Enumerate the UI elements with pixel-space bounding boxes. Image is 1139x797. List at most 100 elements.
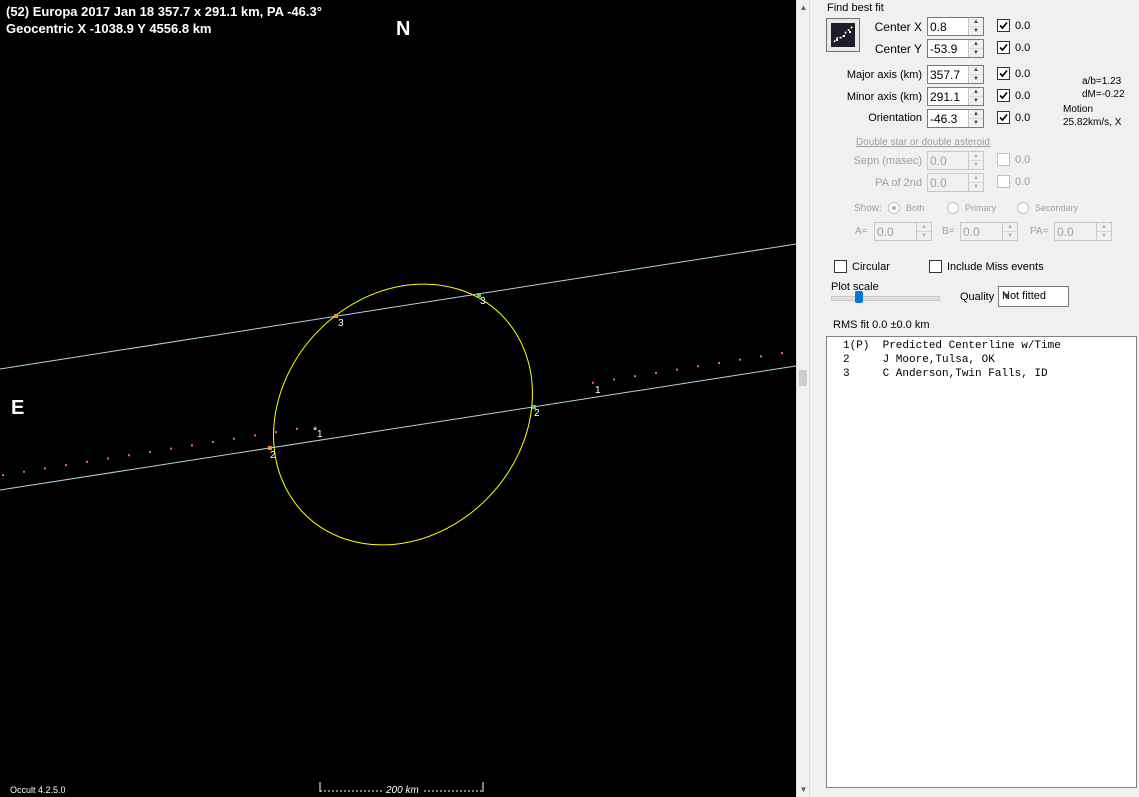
- list-item[interactable]: 1(P) Predicted Centerline w/Time: [843, 339, 1136, 353]
- center-y-down-icon[interactable]: ▼: [969, 49, 983, 57]
- pa-value: 0.0: [1057, 225, 1074, 239]
- b-up-icon[interactable]: ▲: [1003, 223, 1017, 232]
- list-item[interactable]: 3 C Anderson,Twin Falls, ID: [843, 367, 1136, 381]
- scroll-down-icon[interactable]: ▼: [799, 785, 808, 794]
- path-dot: [65, 464, 67, 467]
- show-label: Show:: [854, 203, 882, 214]
- a-input[interactable]: 0.0 ▲ ▼: [874, 222, 932, 241]
- scroll-up-icon[interactable]: ▲: [799, 3, 808, 12]
- quality-dropdown[interactable]: Not fitted ▼: [998, 286, 1069, 307]
- sepn-down-icon[interactable]: ▼: [969, 161, 983, 169]
- sepn-checkbox[interactable]: [997, 153, 1010, 166]
- list-item[interactable]: 2 J Moore,Tulsa, OK: [843, 353, 1136, 367]
- major-axis-checkbox[interactable]: [997, 67, 1010, 80]
- plot-scale-slider-thumb[interactable]: [854, 291, 863, 303]
- double-star-link[interactable]: Double star or double asteroid: [856, 137, 990, 148]
- orientation-down-icon[interactable]: ▼: [969, 119, 983, 127]
- major-axis-value: 357.7: [930, 68, 961, 82]
- quality-label: Quality: [960, 291, 995, 303]
- a-up-icon[interactable]: ▲: [917, 223, 931, 232]
- show-both-radio[interactable]: [888, 202, 900, 214]
- show-primary-radio[interactable]: [947, 202, 959, 214]
- minor-axis-value: 291.1: [930, 90, 961, 104]
- orientation-value: -46.3: [930, 112, 958, 126]
- minor-axis-up-icon[interactable]: ▲: [969, 88, 983, 97]
- path-dot: [44, 467, 46, 470]
- path-dot: [2, 474, 4, 477]
- plot-vertical-scrollbar[interactable]: ▲ ▼: [796, 0, 810, 797]
- rms-fit-label: RMS fit 0.0 ±0.0 km: [833, 319, 930, 331]
- find-best-fit-label: Find best fit: [827, 2, 884, 14]
- path-dot: [718, 361, 720, 364]
- chord-label-2b: 2: [534, 408, 540, 419]
- a-down-icon[interactable]: ▼: [917, 232, 931, 240]
- pa2nd-up-icon[interactable]: ▲: [969, 174, 983, 183]
- path-dot: [655, 371, 657, 374]
- sepn-extra: 0.0: [1015, 154, 1031, 166]
- chord-label-1a: 1: [317, 429, 323, 440]
- circular-checkbox[interactable]: [834, 260, 847, 273]
- version-label: Occult 4.2.5.0: [10, 785, 66, 795]
- center-x-up-icon[interactable]: ▲: [969, 18, 983, 27]
- a-value: 0.0: [877, 225, 894, 239]
- predicted-path-dots: [2, 352, 783, 477]
- center-x-input[interactable]: 0.8 ▲ ▼: [927, 17, 984, 36]
- path-dot: [592, 381, 594, 384]
- minor-axis-extra: 0.0: [1015, 90, 1031, 102]
- center-y-checkbox[interactable]: [997, 41, 1010, 54]
- chord-label-3a: 3: [338, 318, 344, 329]
- center-y-up-icon[interactable]: ▲: [969, 40, 983, 49]
- scroll-thumb[interactable]: [799, 370, 807, 386]
- sepn-value: 0.0: [930, 154, 947, 168]
- motion-value: 25.82km/s, X: [1063, 117, 1122, 128]
- minor-axis-input[interactable]: 291.1 ▲ ▼: [927, 87, 984, 106]
- pa2nd-input[interactable]: 0.0 ▲ ▼: [927, 173, 984, 192]
- b-label: B=: [942, 226, 955, 237]
- show-secondary-label: Secondary: [1035, 203, 1079, 213]
- center-x-down-icon[interactable]: ▼: [969, 27, 983, 35]
- orientation-up-icon[interactable]: ▲: [969, 110, 983, 119]
- show-secondary-radio[interactable]: [1017, 202, 1029, 214]
- plot-scale-slider-track[interactable]: [831, 296, 940, 301]
- center-x-extra: 0.0: [1015, 20, 1031, 32]
- occultation-plot[interactable]: * (52) Europa 2017 Jan 18 357.7 x 291.1 …: [0, 0, 796, 797]
- b-value: 0.0: [963, 225, 980, 239]
- pa-input[interactable]: 0.0 ▲ ▼: [1054, 222, 1112, 241]
- major-axis-input[interactable]: 357.7 ▲ ▼: [927, 65, 984, 84]
- show-primary-label: Primary: [965, 203, 996, 213]
- center-y-input[interactable]: -53.9 ▲ ▼: [927, 39, 984, 58]
- plot-canvas: *: [0, 243, 796, 792]
- chord-label-3b: 3: [480, 296, 486, 307]
- motion-label: Motion: [1063, 104, 1094, 115]
- include-miss-checkbox[interactable]: [929, 260, 942, 273]
- observer-list[interactable]: 1(P) Predicted Centerline w/Time 2 J Moo…: [826, 336, 1137, 788]
- center-x-checkbox[interactable]: [997, 19, 1010, 32]
- major-axis-down-icon[interactable]: ▼: [969, 75, 983, 83]
- path-dot: [781, 352, 783, 355]
- east-label: E: [11, 397, 25, 419]
- minor-axis-down-icon[interactable]: ▼: [969, 97, 983, 105]
- center-y-extra: 0.0: [1015, 42, 1031, 54]
- center-y-label: Center Y: [874, 42, 922, 56]
- orientation-input[interactable]: -46.3 ▲ ▼: [927, 109, 984, 128]
- scale-bar-label: 200 km: [386, 785, 419, 796]
- pa-down-icon[interactable]: ▼: [1097, 232, 1111, 240]
- path-dot: [676, 368, 678, 371]
- path-dot: [697, 365, 699, 368]
- orientation-checkbox[interactable]: [997, 111, 1010, 124]
- pa2nd-down-icon[interactable]: ▼: [969, 183, 983, 191]
- path-dot: [233, 437, 235, 440]
- show-both-label: Both: [906, 203, 925, 213]
- b-down-icon[interactable]: ▼: [1003, 232, 1017, 240]
- pa2nd-checkbox[interactable]: [997, 175, 1010, 188]
- sepn-up-icon[interactable]: ▲: [969, 152, 983, 161]
- minor-axis-checkbox[interactable]: [997, 89, 1010, 102]
- chevron-down-icon: ▼: [1002, 291, 1011, 301]
- sepn-input[interactable]: 0.0 ▲ ▼: [927, 151, 984, 170]
- major-axis-up-icon[interactable]: ▲: [969, 66, 983, 75]
- b-input[interactable]: 0.0 ▲ ▼: [960, 222, 1018, 241]
- path-dot: [107, 457, 109, 460]
- orientation-extra: 0.0: [1015, 112, 1031, 124]
- chord-line-lower: [0, 365, 796, 491]
- pa-up-icon[interactable]: ▲: [1097, 223, 1111, 232]
